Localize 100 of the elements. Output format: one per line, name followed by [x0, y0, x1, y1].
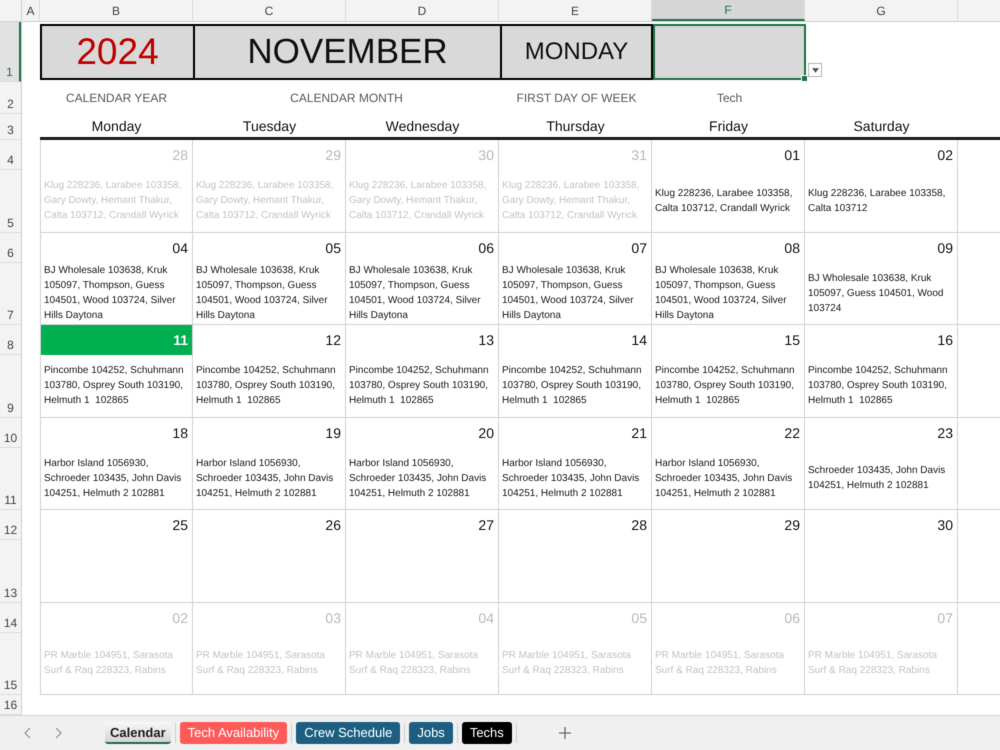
- weekday-heading: Tuesday: [242, 118, 296, 134]
- date-number: 06: [478, 240, 494, 256]
- schedule-note: Klug 228236, Larabee 103358, Calta 103712, Crandall Wyrick: [655, 186, 794, 216]
- weekday-heading: Thursday: [546, 118, 605, 134]
- column-header[interactable]: D: [346, 0, 499, 21]
- date-number: 21: [631, 424, 647, 440]
- weekday-heading: Wednesday: [386, 118, 460, 134]
- date-number: 02: [937, 147, 953, 163]
- schedule-note: Schroeder 103435, John Davis 104251, Helmuth 2 102881: [808, 464, 946, 494]
- first-day-field[interactable]: MONDAY: [500, 24, 653, 80]
- column-header[interactable]: F: [652, 0, 805, 21]
- weekday-heading: Saturday: [853, 118, 910, 134]
- chevron-right-icon[interactable]: [55, 727, 62, 739]
- date-number: 19: [325, 424, 341, 440]
- sheet-tab[interactable]: Crew Schedule: [296, 722, 400, 744]
- date-number: 09: [937, 240, 953, 256]
- row-header[interactable]: 2: [0, 82, 21, 114]
- date-number: 18: [172, 424, 188, 440]
- date-number: 13: [478, 332, 494, 348]
- date-number: 15: [784, 332, 800, 348]
- date-number: 23: [937, 424, 953, 440]
- row-header[interactable]: 1: [0, 22, 21, 82]
- row-header[interactable]: 9: [0, 355, 21, 418]
- schedule-note: Pincombe 104252, Schuhmann 103780, Osprey South 103190, Helmuth 1 102865: [655, 364, 796, 408]
- schedule-note: Klug 228236, Larabee 103358, Gary Dowty, Hemant Thakur, Calta 103712, Crandall Wyrick: [196, 179, 334, 224]
- date-number: 28: [631, 517, 647, 533]
- row-header[interactable]: 13: [0, 540, 21, 602]
- row-header[interactable]: 11: [0, 448, 21, 510]
- date-number: 27: [478, 517, 494, 533]
- schedule-note: PR Marble 104951, Sarasota Surf & Raq 228323, Rabins: [655, 649, 785, 678]
- date-number: 25: [172, 517, 188, 533]
- schedule-note: Klug 228236, Larabee 103358, Gary Dowty, Hemant Thakur, Calta 103712, Crandall Wyrick: [502, 179, 640, 224]
- column-header[interactable]: B: [40, 0, 193, 21]
- weekday-heading: Monday: [92, 118, 142, 134]
- date-number: 28: [172, 147, 188, 163]
- schedule-note: PR Marble 104951, Sarasota Surf & Raq 228323, Rabins: [349, 649, 479, 678]
- date-number: 04: [478, 610, 494, 626]
- schedule-note: Pincombe 104252, Schuhmann 103780, Osprey South 103190, Helmuth 1 102865: [44, 364, 185, 408]
- row-header[interactable]: 6: [0, 232, 21, 262]
- date-number: 30: [478, 147, 494, 163]
- chevron-left-icon[interactable]: [24, 727, 31, 739]
- schedule-note: PR Marble 104951, Sarasota Surf & Raq 228323, Rabins: [808, 649, 938, 678]
- tech-field[interactable]: [653, 24, 806, 80]
- schedule-note: Klug 228236, Larabee 103358, Calta 103712: [808, 186, 946, 216]
- date-number: 29: [325, 147, 341, 163]
- date-number: 29: [784, 517, 800, 533]
- date-number: 06: [784, 610, 800, 626]
- column-header[interactable]: C: [193, 0, 346, 21]
- schedule-note: Klug 228236, Larabee 103358, Gary Dowty, Hemant Thakur, Calta 103712, Crandall Wyrick: [44, 179, 182, 224]
- schedule-note: Harbor Island 1056930, Schroeder 103435, John Davis 104251, Helmuth 2 102881: [502, 456, 640, 501]
- row-header[interactable]: 8: [0, 325, 21, 355]
- sheet-tab[interactable]: Techs: [462, 722, 512, 744]
- schedule-note: BJ Wholesale 103638, Kruk 105097, Thompson, Guess 104501, Wood 103724, Silver Hills Daytona: [196, 264, 329, 324]
- column-header[interactable]: G: [805, 0, 958, 21]
- date-number: 14: [631, 332, 647, 348]
- row-header[interactable]: 10: [0, 418, 21, 448]
- date-number: 01: [784, 147, 800, 163]
- row-header[interactable]: 15: [0, 632, 21, 695]
- schedule-note: PR Marble 104951, Sarasota Surf & Raq 228323, Rabins: [196, 649, 326, 678]
- date-number: 22: [784, 424, 800, 440]
- schedule-note: Harbor Island 1056930, Schroeder 103435, John Davis 104251, Helmuth 2 102881: [44, 456, 182, 501]
- month-field[interactable]: NOVEMBER: [193, 24, 500, 80]
- date-number: 20: [478, 424, 494, 440]
- schedule-note: Harbor Island 1056930, Schroeder 103435, John Davis 104251, Helmuth 2 102881: [196, 456, 334, 501]
- date-number: 07: [631, 240, 647, 256]
- schedule-note: Pincombe 104252, Schuhmann 103780, Osprey South 103190, Helmuth 1 102865: [502, 364, 643, 408]
- schedule-note: Klug 228236, Larabee 103358, Gary Dowty, Hemant Thakur, Calta 103712, Crandall Wyrick: [349, 179, 488, 224]
- sheet-tab[interactable]: Calendar: [105, 722, 171, 744]
- date-number: 02: [172, 610, 188, 626]
- row-header[interactable]: 7: [0, 262, 21, 325]
- row-header[interactable]: 14: [0, 602, 21, 632]
- row-header[interactable]: 12: [0, 510, 21, 540]
- plus-icon[interactable]: [558, 727, 571, 739]
- schedule-note: BJ Wholesale 103638, Kruk 105097, Thompson, Guess 104501, Wood 103724, Silver Hills Daytona: [655, 264, 788, 324]
- schedule-note: BJ Wholesale 103638, Kruk 105097, Thompson, Guess 104501, Wood 103724, Silver Hills Daytona: [502, 264, 635, 324]
- row-header[interactable]: 5: [0, 170, 21, 232]
- date-number: 08: [784, 240, 800, 256]
- row-header[interactable]: 3: [0, 114, 21, 140]
- date-number: 04: [172, 240, 188, 256]
- schedule-note: BJ Wholesale 103638, Kruk 105097, Thompson, Guess 104501, Wood 103724, Silver Hills Daytona: [44, 264, 177, 324]
- schedule-note: Pincombe 104252, Schuhmann 103780, Osprey South 103190, Helmuth 1 102865: [196, 364, 337, 408]
- date-number: 30: [937, 517, 953, 533]
- date-number: 05: [325, 240, 341, 256]
- schedule-note: BJ Wholesale 103638, Kruk 105097, Thompson, Guess 104501, Wood 103724, Silver Hills Daytona: [349, 264, 482, 324]
- row-header[interactable]: 4: [0, 140, 21, 170]
- schedule-note: Pincombe 104252, Schuhmann 103780, Osprey South 103190, Helmuth 1 102865: [808, 364, 949, 408]
- date-number: 07: [937, 610, 953, 626]
- date-number: 12: [325, 332, 341, 348]
- schedule-note: Harbor Island 1056930, Schroeder 103435, John Davis 104251, Helmuth 2 102881: [655, 456, 794, 501]
- selection-handle[interactable]: [801, 75, 808, 82]
- field-label: Tech: [716, 91, 742, 105]
- sheet-tab[interactable]: Jobs: [409, 722, 453, 744]
- year-field[interactable]: 2024: [40, 24, 193, 80]
- field-label: CALENDAR YEAR: [66, 91, 168, 105]
- date-number: 05: [631, 610, 647, 626]
- field-label: CALENDAR MONTH: [290, 91, 403, 105]
- field-label: FIRST DAY OF WEEK: [516, 91, 637, 105]
- column-header[interactable]: A: [22, 0, 40, 21]
- schedule-note: PR Marble 104951, Sarasota Surf & Raq 228323, Rabins: [44, 649, 174, 678]
- dropdown-button[interactable]: [808, 63, 822, 77]
